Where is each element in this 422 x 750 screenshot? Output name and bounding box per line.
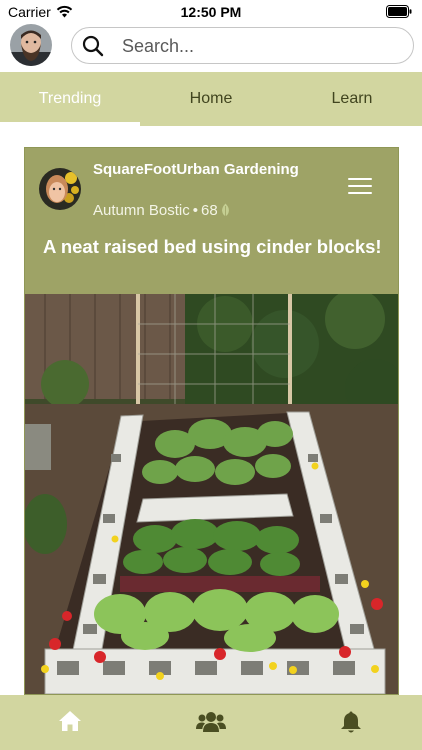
battery-icon xyxy=(386,5,412,18)
tab-learn[interactable]: Learn xyxy=(282,72,422,126)
tab-trending[interactable]: Trending xyxy=(0,72,140,126)
post-header: SquareFootUrban Gardening Autumn Bostic •… xyxy=(25,148,398,294)
leaf-icon xyxy=(221,203,229,216)
tab-bar: Trending Home Learn xyxy=(0,72,422,126)
points-count: 68 xyxy=(200,202,218,219)
bell-icon xyxy=(341,711,361,733)
home-icon xyxy=(59,711,81,731)
post-card[interactable]: SquareFootUrban Gardening Autumn Bostic •… xyxy=(24,147,399,695)
group-name[interactable]: SquareFootUrban Gardening xyxy=(93,160,323,179)
users-group-icon xyxy=(196,712,226,732)
hamburger-menu-icon[interactable] xyxy=(348,178,372,194)
clock: 12:50 PM xyxy=(180,4,242,20)
author-line: Autumn Bostic • 68 xyxy=(93,202,230,219)
tab-home[interactable]: Home xyxy=(141,72,281,126)
author-avatar[interactable] xyxy=(39,168,81,210)
search-icon xyxy=(82,35,104,57)
user-avatar[interactable] xyxy=(10,24,52,66)
author-name[interactable]: Autumn Bostic xyxy=(93,202,190,219)
user-avatar-image xyxy=(10,24,52,66)
bottom-nav xyxy=(0,695,422,750)
author-avatar-image xyxy=(39,168,81,210)
post-title[interactable]: A neat raised bed using cinder blocks! xyxy=(43,234,383,259)
search-input[interactable]: Search... xyxy=(122,36,194,57)
nav-home-button[interactable] xyxy=(0,695,140,750)
status-bar: Carrier 12:50 PM xyxy=(0,0,422,24)
nav-notifications-button[interactable] xyxy=(282,695,422,750)
nav-groups-button[interactable] xyxy=(141,695,281,750)
search-bar[interactable]: Search... xyxy=(71,27,414,64)
post-photo[interactable] xyxy=(25,294,398,695)
separator: • xyxy=(192,202,198,219)
active-tab-indicator xyxy=(0,122,140,126)
